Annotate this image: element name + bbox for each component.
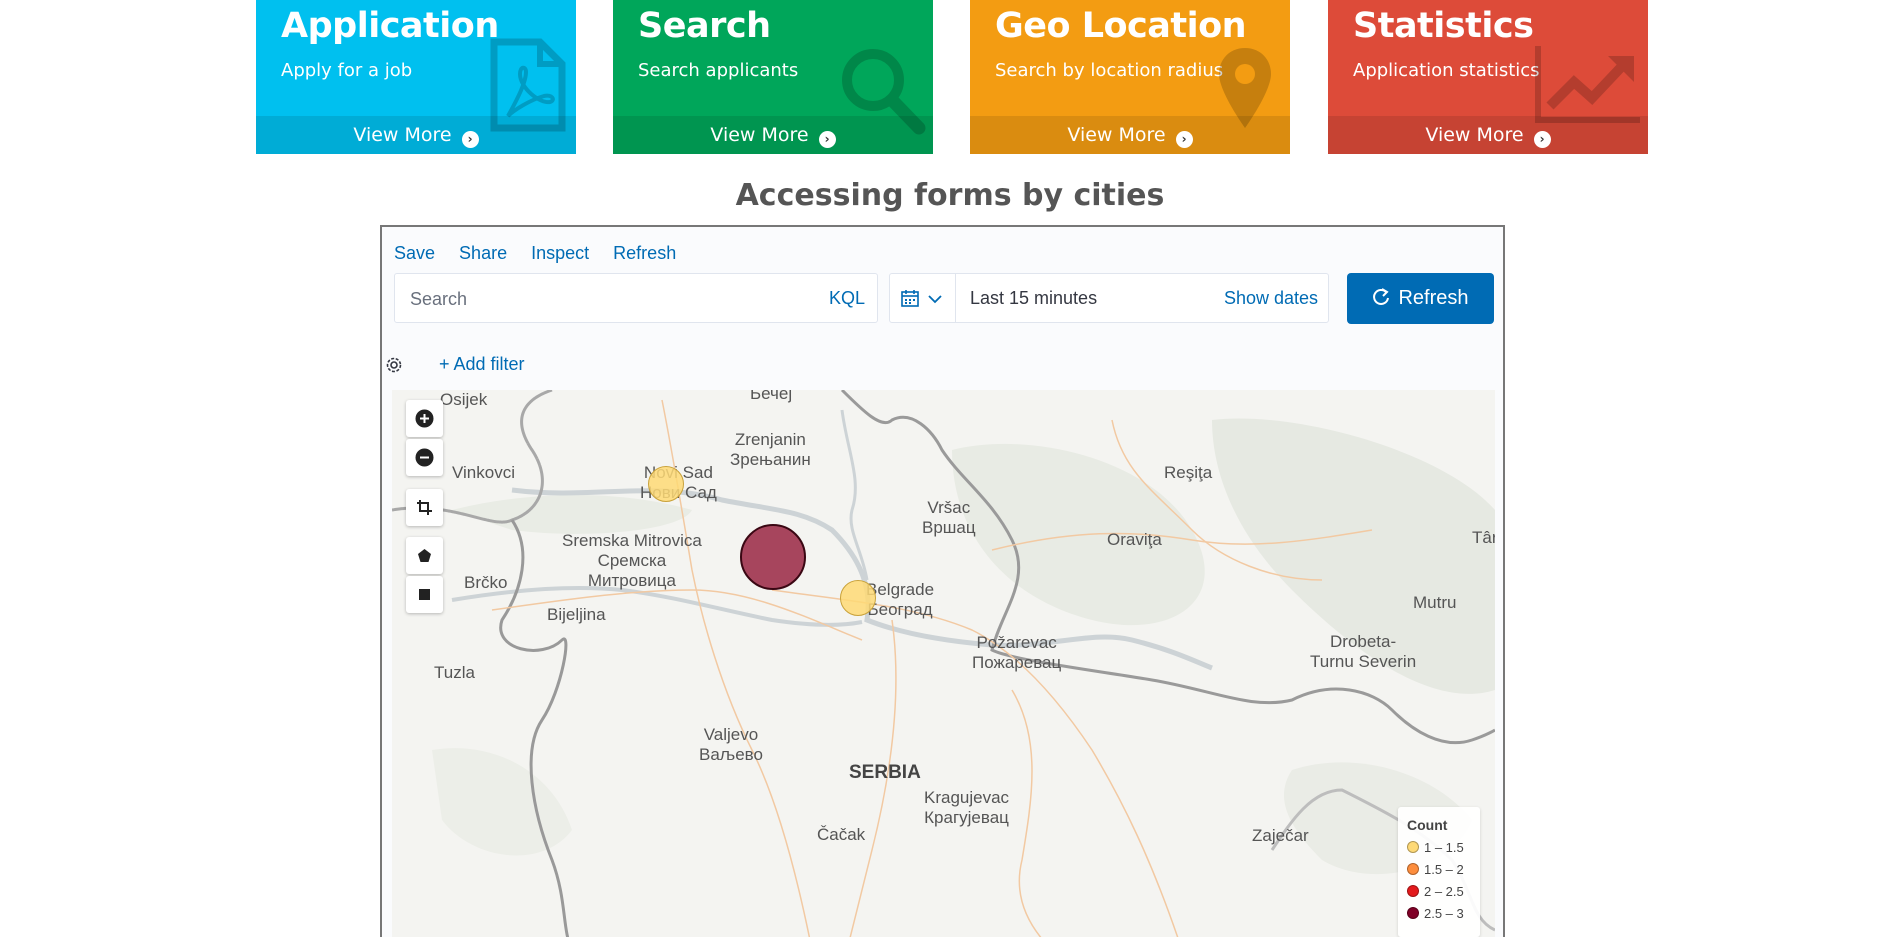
tile-title: Search [638,6,771,46]
plus-icon [415,409,434,428]
kibana-embed: Save Share Inspect Refresh Search KQL La… [380,225,1505,937]
city-label: Požarevac Пожаревац [972,633,1062,672]
kql-toggle[interactable]: KQL [829,288,865,309]
polygon-icon [418,549,431,562]
data-bubble-novi-sad[interactable] [648,466,684,502]
legend-item: 1.5 – 2 [1407,859,1471,881]
fit-bounds-button[interactable] [406,489,443,526]
date-picker: Last 15 minutes Show dates [889,273,1329,323]
city-label: Zaječar [1252,826,1309,845]
legend-item: 2.5 – 3 [1407,903,1471,925]
zoom-in-button[interactable] [406,400,443,437]
chevron-down-icon [928,295,942,304]
top-nav: Save Share Inspect Refresh [394,243,695,264]
statistics-tile[interactable]: Statistics Application statistics View M… [1328,0,1648,154]
tile-title: Application [281,6,499,46]
arrow-circle-right-icon: › [461,131,479,148]
add-filter-button[interactable]: + Add filter [439,354,525,375]
gear-icon[interactable] [384,355,404,375]
inspect-link[interactable]: Inspect [531,243,589,263]
square-icon [419,589,430,600]
legend-item: 2 – 2.5 [1407,881,1471,903]
data-bubble-sremska-mitrovica[interactable] [740,524,806,590]
zoom-out-button[interactable] [406,439,443,476]
view-more-label: View More [1067,124,1166,146]
dashboard-tiles: Application Apply for a job View More › … [0,0,1890,154]
tile-subtitle: Search applicants [638,60,799,81]
city-label: Valjevo Ваљево [699,725,763,764]
tile-subtitle: Apply for a job [281,60,413,81]
city-label: Bijeljina [547,605,606,624]
share-link[interactable]: Share [459,243,507,263]
city-label: Osijek [440,390,488,409]
arrow-circle-right-icon: › [1175,131,1193,148]
view-more-link[interactable]: View More › [613,116,933,154]
refresh-icon [1373,288,1390,305]
show-dates-button[interactable]: Show dates [1224,288,1318,309]
city-label: Vršac Вршац [922,498,976,537]
crop-icon [417,500,432,515]
save-link[interactable]: Save [394,243,435,263]
minus-icon [415,448,434,467]
tile-title: Statistics [1353,6,1534,46]
search-input[interactable]: Search KQL [394,273,878,323]
city-label: Reşiţa [1164,463,1213,482]
legend-item: 1 – 1.5 [1407,837,1471,859]
country-label: SERBIA [849,762,921,783]
tile-subtitle: Application statistics [1353,60,1540,81]
city-label: Mutru [1413,593,1457,612]
tile-title: Geo Location [995,6,1247,46]
refresh-label: Refresh [1398,287,1469,309]
view-more-label: View More [353,124,452,146]
tile-subtitle: Search by location radius [995,60,1224,81]
city-label: Kragujevac Крагујевац [924,788,1010,827]
city-label: Drobeta- Turnu Severin [1310,632,1417,671]
refresh-link[interactable]: Refresh [613,243,676,263]
refresh-button[interactable]: Refresh [1347,273,1494,324]
map-view[interactable]: Osijek Бечеј Zrenjanin Зрењанин Vinkovci … [392,390,1495,937]
city-label: Sremska Mitrovica Сремска Митровица [562,531,702,590]
city-label: Čačak [817,825,866,844]
city-label: Oraviţa [1107,530,1162,549]
arrow-circle-right-icon: › [818,131,836,148]
line-chart-icon [1535,46,1640,123]
data-bubble-belgrade[interactable] [840,580,876,616]
city-label: Târ [1472,528,1495,547]
map-legend: Count 1 – 1.5 1.5 – 2 2 – 2.5 2.5 – 3 [1398,807,1480,937]
view-more-link[interactable]: View More › [256,116,576,154]
city-label: Zrenjanin Зрењанин [730,430,811,469]
section-heading: Accessing forms by cities [735,178,1165,213]
search-placeholder: Search [410,289,468,309]
view-more-label: View More [1425,124,1524,146]
city-label: Vinkovci [452,463,515,482]
date-range-text[interactable]: Last 15 minutes [970,288,1097,309]
application-tile[interactable]: Application Apply for a job View More › [256,0,576,154]
city-label: Belgrade Београд [866,580,935,619]
filter-bar: + Add filter [384,352,684,378]
draw-rectangle-button[interactable] [406,576,443,613]
calendar-icon [901,290,919,307]
view-more-link[interactable]: View More › [1328,116,1648,154]
city-label: Бечеј [750,390,793,403]
city-label: Brčko [464,573,508,592]
arrow-circle-right-icon: › [1533,131,1551,148]
geo-location-tile[interactable]: Geo Location Search by location radius V… [970,0,1290,154]
search-tile[interactable]: Search Search applicants View More › [613,0,933,154]
city-label: Tuzla [434,663,475,682]
legend-title: Count [1407,817,1448,833]
quick-menu-button[interactable] [890,274,956,322]
draw-polygon-button[interactable] [406,537,443,574]
view-more-link[interactable]: View More › [970,116,1290,154]
view-more-label: View More [710,124,809,146]
